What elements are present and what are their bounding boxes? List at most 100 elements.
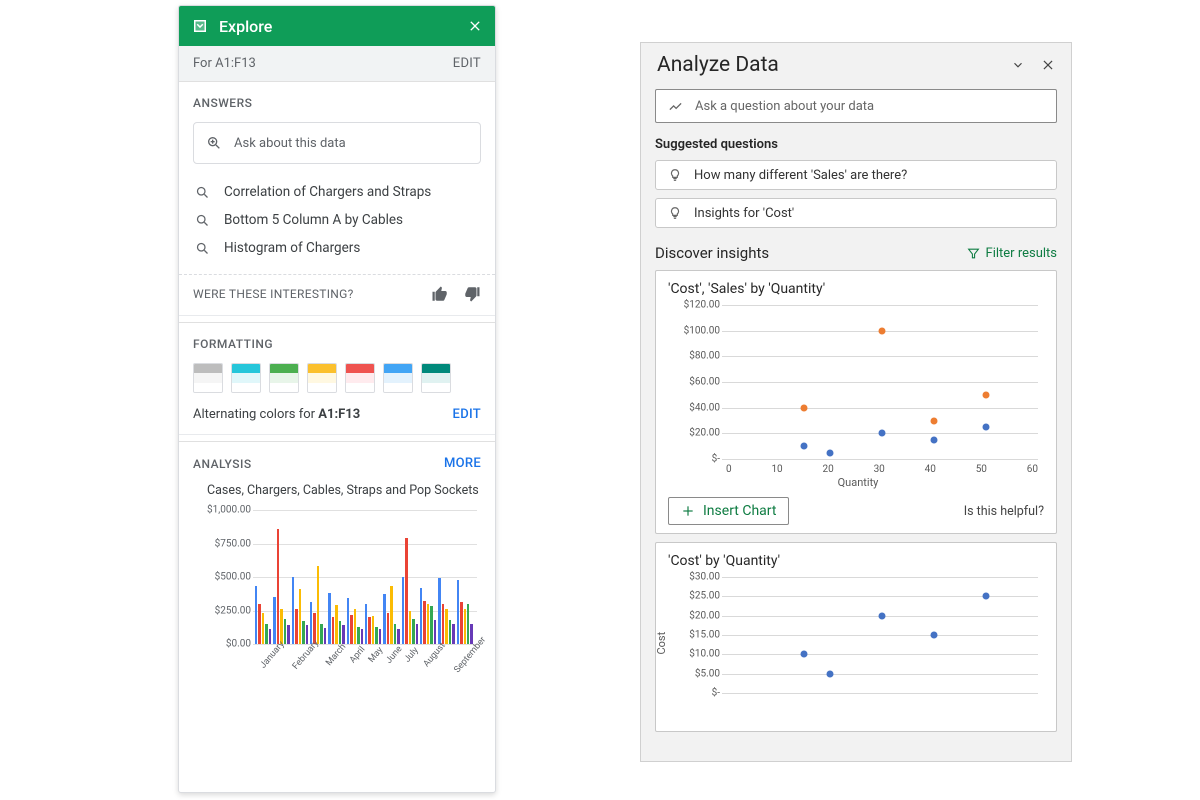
bar-group [347,510,363,644]
insight-scatter-chart[interactable]: Cost $-$5.00$10.00$15.00$20.00$25.00$30.… [672,573,1044,723]
chevron-down-icon[interactable] [1011,58,1025,72]
analyze-header: Analyze Data [641,43,1071,89]
range-label: For A1:F13 [193,56,256,71]
chart-line-icon [668,99,683,114]
suggestion-label: Correlation of Chargers and Straps [224,184,431,200]
bar-group [273,510,289,644]
y-axis-title: Cost [655,632,668,655]
color-swatch[interactable] [383,363,413,393]
formatting-heading: FORMATTING [193,337,481,351]
data-point [879,430,886,437]
color-swatch[interactable] [193,363,223,393]
insert-chart-label: Insert Chart [703,503,776,519]
color-swatch[interactable] [231,363,261,393]
color-swatch[interactable] [345,363,375,393]
bar-group [328,510,344,644]
y-tick-label: $5.00 [672,668,720,679]
suggested-question-item[interactable]: How many different 'Sales' are there? [655,160,1057,190]
y-tick-label: $20.00 [672,428,720,439]
range-bar: For A1:F13 EDIT [179,46,495,82]
search-insight-icon [195,185,210,200]
y-tick-label: $100.00 [672,325,720,336]
bar-group [310,510,326,644]
divider [179,274,495,275]
data-point [931,436,938,443]
thumbs-down-icon[interactable] [463,285,481,303]
suggested-question-item[interactable]: Insights for 'Cost' [655,198,1057,228]
suggested-question-label: Insights for 'Cost' [694,206,794,221]
y-tick-label: $1,000.00 [207,505,251,516]
y-tick-label: $15.00 [672,630,720,641]
answers-section: ANSWERS Ask about this data Correlation … [179,82,495,316]
formatting-edit-button[interactable]: EDIT [453,407,481,422]
data-point [801,404,808,411]
data-point [801,443,808,450]
explore-header: Explore [179,6,495,46]
suggested-question-label: How many different 'Sales' are there? [694,168,907,183]
y-tick-label: $0.00 [207,639,251,650]
analysis-bar-chart[interactable]: $0.00$250.00$500.00$750.00$1,000.00Janua… [207,504,477,674]
analyze-data-panel: Analyze Data Ask a question about your d… [640,42,1072,762]
is-this-helpful-link[interactable]: Is this helpful? [964,504,1044,519]
color-swatch[interactable] [307,363,337,393]
close-icon[interactable] [1041,58,1055,72]
alt-colors-label: Alternating colors for A1:F13 [193,407,360,422]
y-tick-label: $60.00 [672,377,720,388]
analyze-ask-input[interactable]: Ask a question about your data [655,89,1057,123]
analysis-heading: ANALYSIS [193,457,252,471]
y-tick-label: $120.00 [672,300,720,311]
insert-chart-button[interactable]: Insert Chart [668,497,789,525]
color-swatch[interactable] [421,363,451,393]
y-tick-label: $- [672,688,720,699]
y-tick-label: $40.00 [672,402,720,413]
y-tick-label: $20.00 [672,610,720,621]
analysis-more-button[interactable]: MORE [444,456,481,471]
analyze-body: Ask a question about your data Suggested… [641,89,1071,761]
x-tick-label: August [422,641,462,681]
close-icon[interactable] [467,18,483,34]
y-tick-label: $- [672,454,720,465]
data-point [801,651,808,658]
suggestion-item[interactable]: Correlation of Chargers and Straps [193,178,481,206]
search-insight-icon [195,213,210,228]
alt-colors-row: Alternating colors for A1:F13 EDIT [193,407,481,422]
analysis-chart-title: Cases, Chargers, Cables, Straps and Pop … [207,483,481,498]
suggestion-label: Bottom 5 Column A by Cables [224,212,403,228]
discover-insights-label: Discover insights [655,244,769,262]
explore-scroll-area[interactable]: ANSWERS Ask about this data Correlation … [179,82,495,792]
insight-card-footer: Insert Chart Is this helpful? [668,497,1044,525]
filter-icon [967,247,980,260]
plus-icon [681,504,695,518]
data-point [827,449,834,456]
search-insight-icon [206,135,222,151]
lightbulb-icon [668,168,682,182]
data-point [983,593,990,600]
insight-card-title: 'Cost' by 'Quantity' [668,553,1044,569]
analyze-title: Analyze Data [657,53,779,77]
bar-group [365,510,381,644]
thumbs-up-icon[interactable] [431,285,449,303]
y-tick-label: $25.00 [672,591,720,602]
bar-group [255,510,271,644]
analysis-heading-row: ANALYSIS MORE [193,456,481,471]
lightbulb-icon [668,206,682,220]
y-tick-label: $250.00 [207,605,251,616]
data-point [827,670,834,677]
y-tick-label: $750.00 [207,538,251,549]
formatting-section: FORMATTING Alternating colors for A1:F13… [179,322,495,435]
insight-scatter-chart[interactable]: Quantity $-$20.00$40.00$60.00$80.00$100.… [672,301,1044,489]
x-tick-label: 60 [1027,464,1038,475]
suggestion-item[interactable]: Bottom 5 Column A by Cables [193,206,481,234]
bar-group [383,510,399,644]
color-swatch[interactable] [269,363,299,393]
x-tick-label: 40 [925,464,936,475]
analysis-section: ANALYSIS MORE Cases, Chargers, Cables, S… [179,441,495,686]
explore-title: Explore [219,17,457,36]
range-edit-button[interactable]: EDIT [453,56,481,71]
suggestion-item[interactable]: Histogram of Chargers [193,234,481,262]
bar-group [457,510,473,644]
suggestion-label: Histogram of Chargers [224,240,360,256]
interesting-label: WERE THESE INTERESTING? [193,287,354,301]
filter-results-button[interactable]: Filter results [967,246,1057,261]
ask-about-data-input[interactable]: Ask about this data [193,122,481,164]
